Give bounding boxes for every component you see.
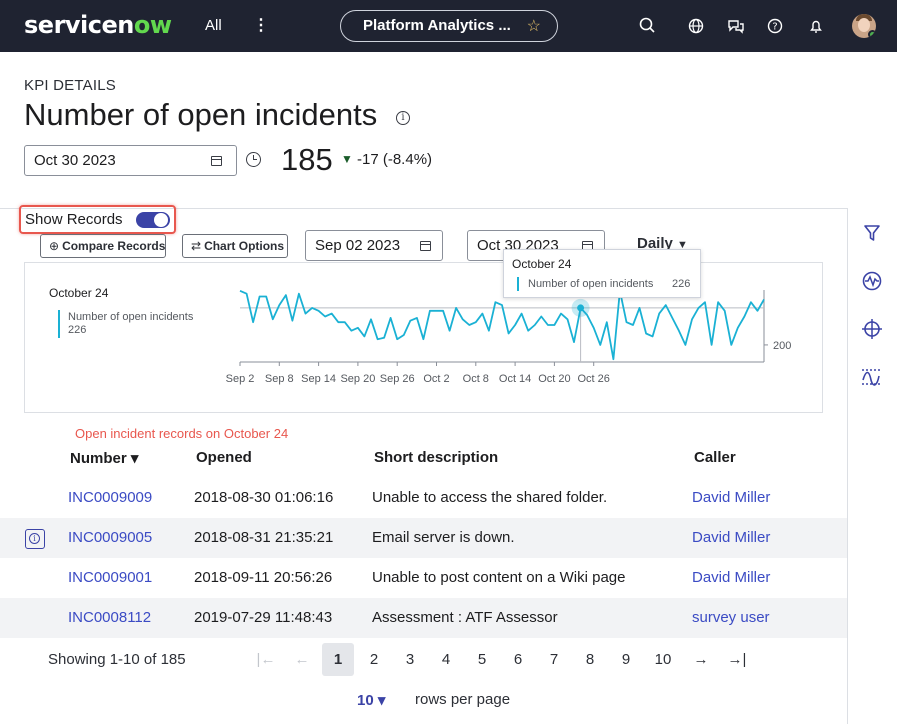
records-caption: Open incident records on October 24 [75, 426, 289, 441]
series-line [239, 289, 765, 361]
incident-number-link[interactable]: INC0009001 [68, 569, 152, 586]
page-5[interactable]: 5 [466, 651, 498, 668]
tooltip-swatch [517, 277, 519, 291]
x-tick-label: Oct 20 [538, 373, 570, 385]
column-header-opened[interactable]: Opened [196, 449, 252, 466]
x-tick-label: Oct 14 [499, 373, 531, 385]
table-row[interactable]: i INC0009005 2018-08-31 21:35:21 Email s… [0, 518, 847, 558]
table-row[interactable]: INC0008112 2019-07-29 11:48:43 Assessmen… [0, 598, 847, 638]
description-cell: Unable to post content on a Wiki page [372, 569, 626, 586]
tooltip-date: October 24 [512, 257, 572, 271]
rows-per-page-select[interactable]: 10 ▾ [357, 691, 385, 709]
tooltip-series: Number of open incidents [528, 278, 654, 290]
y-tick-label: 200 [773, 340, 791, 352]
incident-number-link[interactable]: INC0009005 [68, 529, 152, 546]
page-4[interactable]: 4 [430, 651, 462, 668]
rows-per-page-label: rows per page [415, 691, 511, 708]
page-6[interactable]: 6 [502, 651, 534, 668]
opened-cell: 2018-08-31 21:35:21 [194, 529, 334, 546]
incident-number-link[interactable]: INC0008112 [68, 609, 151, 626]
caller-link[interactable]: David Miller [692, 529, 770, 546]
prev-page-button[interactable]: ← [286, 651, 318, 668]
sort-down-icon: ▾ [130, 450, 139, 467]
page-2[interactable]: 2 [358, 651, 390, 668]
table-row[interactable]: INC0009009 2018-08-30 01:06:16 Unable to… [0, 478, 847, 518]
x-tick-label: Sep 14 [301, 373, 336, 385]
page-8[interactable]: 8 [574, 651, 606, 668]
highlight-point [577, 304, 585, 312]
incident-number-link[interactable]: INC0009009 [68, 489, 152, 506]
x-tick-label: Oct 26 [577, 373, 609, 385]
x-tick-label: Sep 8 [265, 373, 294, 385]
x-tick-label: Oct 8 [463, 373, 489, 385]
chart-tooltip: October 24 Number of open incidents 226 [503, 249, 701, 298]
x-tick-label: Sep 2 [226, 373, 255, 385]
description-cell: Assessment : ATF Assessor [372, 609, 558, 626]
x-tick-label: Sep 20 [340, 373, 375, 385]
caller-link[interactable]: David Miller [692, 569, 770, 586]
tooltip-value: 226 [672, 278, 691, 290]
showing-count: Showing 1-10 of 185 [48, 651, 186, 668]
page-9[interactable]: 9 [610, 651, 642, 668]
description-cell: Unable to access the shared folder. [372, 489, 608, 506]
x-tick-label: Oct 2 [423, 373, 449, 385]
opened-cell: 2018-09-11 20:56:26 [194, 569, 333, 586]
next-page-button[interactable]: → [685, 651, 717, 668]
page-1[interactable]: 1 [322, 643, 354, 676]
table-row[interactable]: INC0009001 2018-09-11 20:56:26 Unable to… [0, 558, 847, 598]
caller-link[interactable]: David Miller [692, 489, 770, 506]
description-cell: Email server is down. [372, 529, 515, 546]
row-info-icon[interactable]: i [25, 529, 45, 549]
column-header-short-description[interactable]: Short description [374, 449, 498, 466]
first-page-button[interactable]: |← [250, 651, 282, 668]
column-header-number[interactable]: Number ▾ [70, 449, 138, 467]
last-page-button[interactable]: →| [721, 651, 753, 668]
page-10[interactable]: 10 [647, 651, 679, 668]
opened-cell: 2019-07-29 11:48:43 [194, 609, 333, 626]
column-header-caller[interactable]: Caller [694, 449, 736, 466]
page-3[interactable]: 3 [394, 651, 426, 668]
page-7[interactable]: 7 [538, 651, 570, 668]
opened-cell: 2018-08-30 01:06:16 [194, 489, 334, 506]
caller-link[interactable]: survey user [692, 609, 770, 626]
x-tick-label: Sep 26 [380, 373, 415, 385]
